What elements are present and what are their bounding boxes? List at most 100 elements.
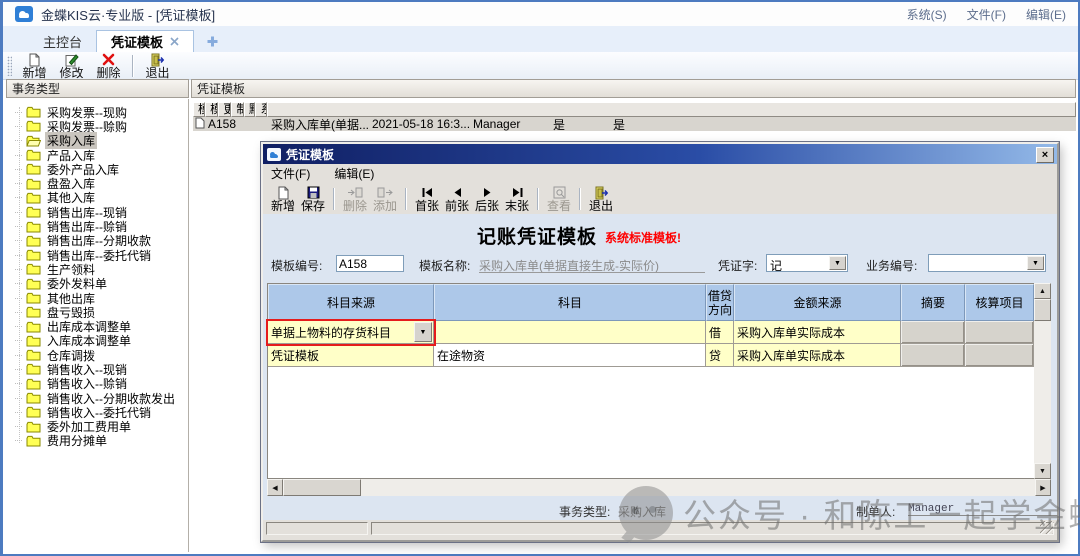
- modify-button[interactable]: 修改: [53, 53, 90, 79]
- dialog-menu-file[interactable]: 文件(F): [271, 165, 310, 182]
- dialog-titlebar[interactable]: 凭证模板: [263, 144, 1057, 164]
- tree-guide: [15, 426, 22, 427]
- menu-edit[interactable]: 编辑(E): [1026, 6, 1066, 23]
- tree-guide: [15, 155, 22, 156]
- resize-grip[interactable]: [1040, 521, 1053, 534]
- close-icon[interactable]: [170, 34, 179, 49]
- template-no-input[interactable]: [336, 255, 404, 272]
- 采购入库单(单据...[interactable]: A158 采购入库单(单据... 2021-05-18 16:3... Mana…: [193, 117, 1076, 131]
- dialog-add-button[interactable]: 添加: [370, 186, 400, 212]
- accounting-item-cell[interactable]: [965, 344, 1034, 367]
- tree-guide: [15, 283, 22, 284]
- scroll-down-button[interactable]: [1034, 463, 1051, 479]
- folder-icon: [26, 221, 41, 233]
- toolbar-separator: [333, 188, 335, 210]
- tree-guide: [15, 183, 22, 184]
- tree-guide: [15, 112, 22, 113]
- folder-icon: [26, 292, 41, 304]
- list-column-header[interactable]: 默认: [244, 102, 256, 117]
- tab-voucher-template[interactable]: 凭证模板: [96, 30, 194, 52]
- menu-system[interactable]: 系统(S): [907, 6, 947, 23]
- accounting-item-cell[interactable]: [965, 321, 1034, 344]
- chevron-down-icon[interactable]: [829, 256, 846, 270]
- delete-row-icon: [347, 186, 363, 200]
- menu-file[interactable]: 文件(F): [967, 6, 1006, 23]
- tree-guide: [15, 355, 22, 356]
- dialog-prev-button[interactable]: 前张: [442, 186, 472, 212]
- scroll-up-button[interactable]: [1034, 283, 1051, 299]
- dialog-save-button[interactable]: 保存: [298, 186, 328, 212]
- add-tab-button[interactable]: [206, 35, 219, 48]
- list-column-header[interactable]: 制单人: [231, 102, 243, 117]
- template-name-value: 采购入库单(单据直接生成-实际价): [479, 257, 705, 273]
- doc-icon: [195, 117, 205, 132]
- horizontal-scroll-thumb[interactable]: [283, 479, 361, 496]
- list-column-header[interactable]: 系统: [255, 102, 267, 117]
- cell-system-flag: 是: [609, 116, 665, 133]
- list-column-header[interactable]: 模板名称: [205, 102, 218, 117]
- chevron-down-icon[interactable]: [1027, 256, 1044, 270]
- amount-source-cell[interactable]: 采购入库单实际成本: [734, 321, 901, 344]
- list-column-header[interactable]: 模板编号: [193, 102, 205, 117]
- dialog-toolbar: 新增 保存 删除 添加 首张 前张 后张: [263, 183, 1057, 215]
- exit-icon: [594, 186, 609, 200]
- exit-button[interactable]: 退出: [139, 53, 176, 79]
- dialog-exit-button[interactable]: 退出: [586, 186, 616, 212]
- voucher-word-select[interactable]: 记: [766, 254, 848, 272]
- tree-item[interactable]: 费用分摊单: [6, 434, 188, 448]
- vertical-scrollbar[interactable]: [1034, 283, 1051, 479]
- delete-button[interactable]: 删除: [90, 53, 127, 79]
- add-row-icon: [377, 186, 393, 200]
- tree-guide: [15, 398, 22, 399]
- toolbar-grip[interactable]: [7, 56, 12, 76]
- prev-icon: [453, 186, 462, 200]
- first-icon: [421, 186, 434, 200]
- tree-guide: [15, 269, 22, 270]
- account-cell[interactable]: 在途物资: [434, 344, 706, 367]
- dialog-title: 凭证模板: [286, 146, 334, 163]
- dropdown-button[interactable]: [414, 322, 432, 342]
- dialog-delete-button[interactable]: 删除: [340, 186, 370, 212]
- list-column-header[interactable]: 更新时间: [218, 102, 231, 117]
- account-source-cell[interactable]: 凭证模板: [268, 344, 434, 367]
- dialog-view-button[interactable]: 查看: [544, 186, 574, 212]
- folder-icon: [26, 378, 41, 390]
- dialog-cloud-icon: [267, 148, 281, 161]
- summary-cell[interactable]: [901, 321, 965, 344]
- statusbar-cell: [266, 522, 368, 535]
- new-button[interactable]: 新增: [16, 53, 53, 79]
- grid-row: 凭证模板 在途物资 贷 采购入库单实际成本: [268, 344, 1034, 367]
- scroll-left-button[interactable]: [267, 479, 283, 496]
- template-name-label: 模板名称:: [419, 257, 470, 274]
- folder-icon: [26, 163, 41, 175]
- delete-icon: [102, 53, 115, 67]
- cell-updated-time: 2021-05-18 16:3...: [368, 117, 469, 131]
- toolbar-separator: [132, 55, 134, 77]
- dialog-last-button[interactable]: 末张: [502, 186, 532, 212]
- template-no-label: 模板编号:: [271, 257, 322, 274]
- folder-icon: [26, 278, 41, 290]
- account-source-cell[interactable]: 单据上物料的存货科目: [268, 321, 434, 344]
- dialog-first-button[interactable]: 首张: [412, 186, 442, 212]
- tree-guide: [15, 440, 22, 441]
- vertical-scroll-thumb[interactable]: [1034, 299, 1051, 321]
- tree-guide: [15, 298, 22, 299]
- folder-icon: [26, 321, 41, 333]
- scroll-right-button[interactable]: [1035, 479, 1051, 496]
- exit-icon: [150, 53, 165, 67]
- dialog-next-button[interactable]: 后张: [472, 186, 502, 212]
- dialog-menu-edit[interactable]: 编辑(E): [334, 165, 374, 182]
- tree-guide: [15, 340, 22, 341]
- dialog-new-button[interactable]: 新增: [268, 186, 298, 212]
- window-title: 金蝶KIS云·专业版 - [凭证模板]: [41, 5, 215, 24]
- amount-source-cell[interactable]: 采购入库单实际成本: [734, 344, 901, 367]
- dialog-close-button[interactable]: [1036, 147, 1054, 163]
- grid-column-header: 借贷方向: [706, 284, 734, 321]
- direction-cell: 贷: [706, 344, 734, 367]
- tab-main-console[interactable]: 主控台: [29, 31, 96, 52]
- summary-cell[interactable]: [901, 344, 965, 367]
- folder-icon: [26, 363, 41, 375]
- account-cell[interactable]: [434, 321, 706, 344]
- business-no-select[interactable]: [928, 254, 1046, 272]
- horizontal-scrollbar[interactable]: [267, 479, 1051, 496]
